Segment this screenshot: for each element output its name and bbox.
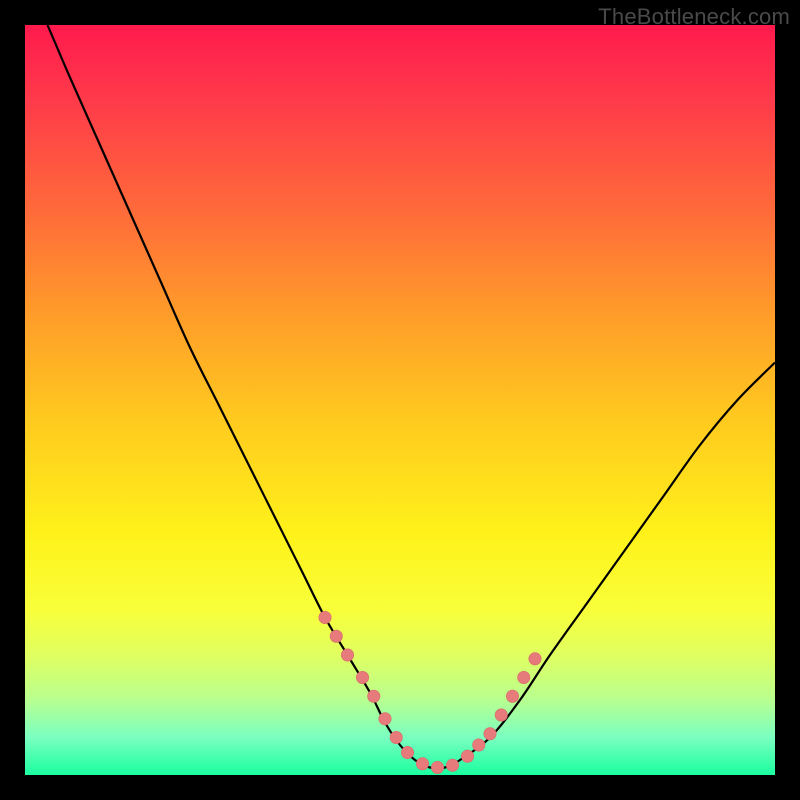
marker-dot [368, 690, 380, 702]
marker-dot [379, 713, 391, 725]
marker-dot [518, 671, 530, 683]
marker-dot [401, 746, 413, 758]
marker-dot [319, 611, 331, 623]
marker-dot [484, 728, 496, 740]
chart-frame: TheBottleneck.com [0, 0, 800, 800]
marker-dot [495, 709, 507, 721]
marker-dot [416, 758, 428, 770]
watermark-text: TheBottleneck.com [598, 4, 790, 30]
marker-dot [446, 759, 458, 771]
plot-area [25, 25, 775, 775]
marker-dot [341, 649, 353, 661]
marker-dot [506, 690, 518, 702]
marker-dot [431, 761, 443, 773]
marker-dot [390, 731, 402, 743]
marker-dot [529, 653, 541, 665]
marker-dot [356, 671, 368, 683]
highlight-dots [319, 611, 541, 773]
marker-layer [25, 25, 775, 775]
marker-dot [473, 739, 485, 751]
marker-dot [461, 750, 473, 762]
marker-dot [330, 630, 342, 642]
